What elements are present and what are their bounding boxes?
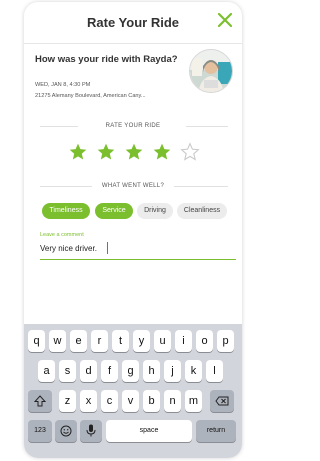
key-p[interactable]: p bbox=[217, 330, 234, 352]
comment-label: Leave a comment bbox=[40, 232, 84, 238]
chip-cleanliness[interactable]: Cleanliness bbox=[177, 203, 227, 219]
comment-input[interactable]: Very nice driver. bbox=[40, 240, 236, 260]
key-s[interactable]: s bbox=[59, 360, 76, 382]
phone-screen: Rate Your Ride How was your ride with Ra… bbox=[24, 2, 242, 458]
key-g[interactable]: g bbox=[122, 360, 139, 382]
return-key[interactable]: return bbox=[196, 420, 236, 442]
key-v[interactable]: v bbox=[122, 390, 139, 412]
rate-label: RATE YOUR RIDE bbox=[105, 123, 161, 129]
microphone-icon bbox=[86, 424, 96, 437]
ride-address: 21275 Alemany Boulevard, American Cany..… bbox=[35, 93, 146, 99]
key-z[interactable]: z bbox=[59, 390, 76, 412]
shift-key[interactable] bbox=[28, 390, 52, 412]
backspace-icon bbox=[215, 396, 229, 406]
comment-value: Very nice driver. bbox=[40, 244, 97, 253]
ride-question: How was your ride with Rayda? bbox=[35, 54, 178, 65]
key-j[interactable]: j bbox=[164, 360, 181, 382]
key-y[interactable]: y bbox=[133, 330, 150, 352]
key-t[interactable]: t bbox=[112, 330, 129, 352]
key-d[interactable]: d bbox=[80, 360, 97, 382]
star-filled-icon[interactable] bbox=[96, 142, 116, 162]
driver-avatar bbox=[189, 49, 233, 93]
key-q[interactable]: q bbox=[28, 330, 45, 352]
key-k[interactable]: k bbox=[185, 360, 202, 382]
chip-timeliness[interactable]: Timeliness bbox=[42, 203, 90, 219]
key-h[interactable]: h bbox=[143, 360, 160, 382]
star-filled-icon[interactable] bbox=[124, 142, 144, 162]
shift-icon bbox=[33, 395, 47, 407]
close-icon[interactable] bbox=[217, 12, 233, 28]
key-m[interactable]: m bbox=[185, 390, 202, 412]
emoji-icon bbox=[60, 425, 72, 437]
numbers-key[interactable]: 123 bbox=[28, 420, 52, 442]
star-empty-icon[interactable] bbox=[180, 142, 200, 162]
chip-driving[interactable]: Driving bbox=[137, 203, 173, 219]
key-w[interactable]: w bbox=[49, 330, 66, 352]
key-b[interactable]: b bbox=[143, 390, 160, 412]
key-n[interactable]: n bbox=[164, 390, 181, 412]
star-filled-icon[interactable] bbox=[68, 142, 88, 162]
key-e[interactable]: e bbox=[70, 330, 87, 352]
key-l[interactable]: l bbox=[206, 360, 223, 382]
emoji-key[interactable] bbox=[55, 420, 77, 442]
key-x[interactable]: x bbox=[80, 390, 97, 412]
keyboard: q w e r t y u i o p a s d f g h j k l z … bbox=[24, 324, 242, 458]
key-i[interactable]: i bbox=[175, 330, 192, 352]
key-a[interactable]: a bbox=[38, 360, 55, 382]
text-caret bbox=[107, 242, 108, 254]
header: Rate Your Ride bbox=[24, 2, 242, 44]
key-r[interactable]: r bbox=[91, 330, 108, 352]
delete-key[interactable] bbox=[210, 390, 234, 412]
key-c[interactable]: c bbox=[101, 390, 118, 412]
key-o[interactable]: o bbox=[196, 330, 213, 352]
ride-datetime: WED, JAN 8, 4:30 PM bbox=[35, 82, 91, 88]
key-u[interactable]: u bbox=[154, 330, 171, 352]
chip-service[interactable]: Service bbox=[95, 203, 133, 219]
feedback-label: WHAT WENT WELL? bbox=[101, 183, 165, 189]
dictation-key[interactable] bbox=[80, 420, 102, 442]
key-f[interactable]: f bbox=[101, 360, 118, 382]
page-title: Rate Your Ride bbox=[87, 15, 179, 30]
star-filled-icon[interactable] bbox=[152, 142, 172, 162]
space-key[interactable]: space bbox=[106, 420, 192, 442]
